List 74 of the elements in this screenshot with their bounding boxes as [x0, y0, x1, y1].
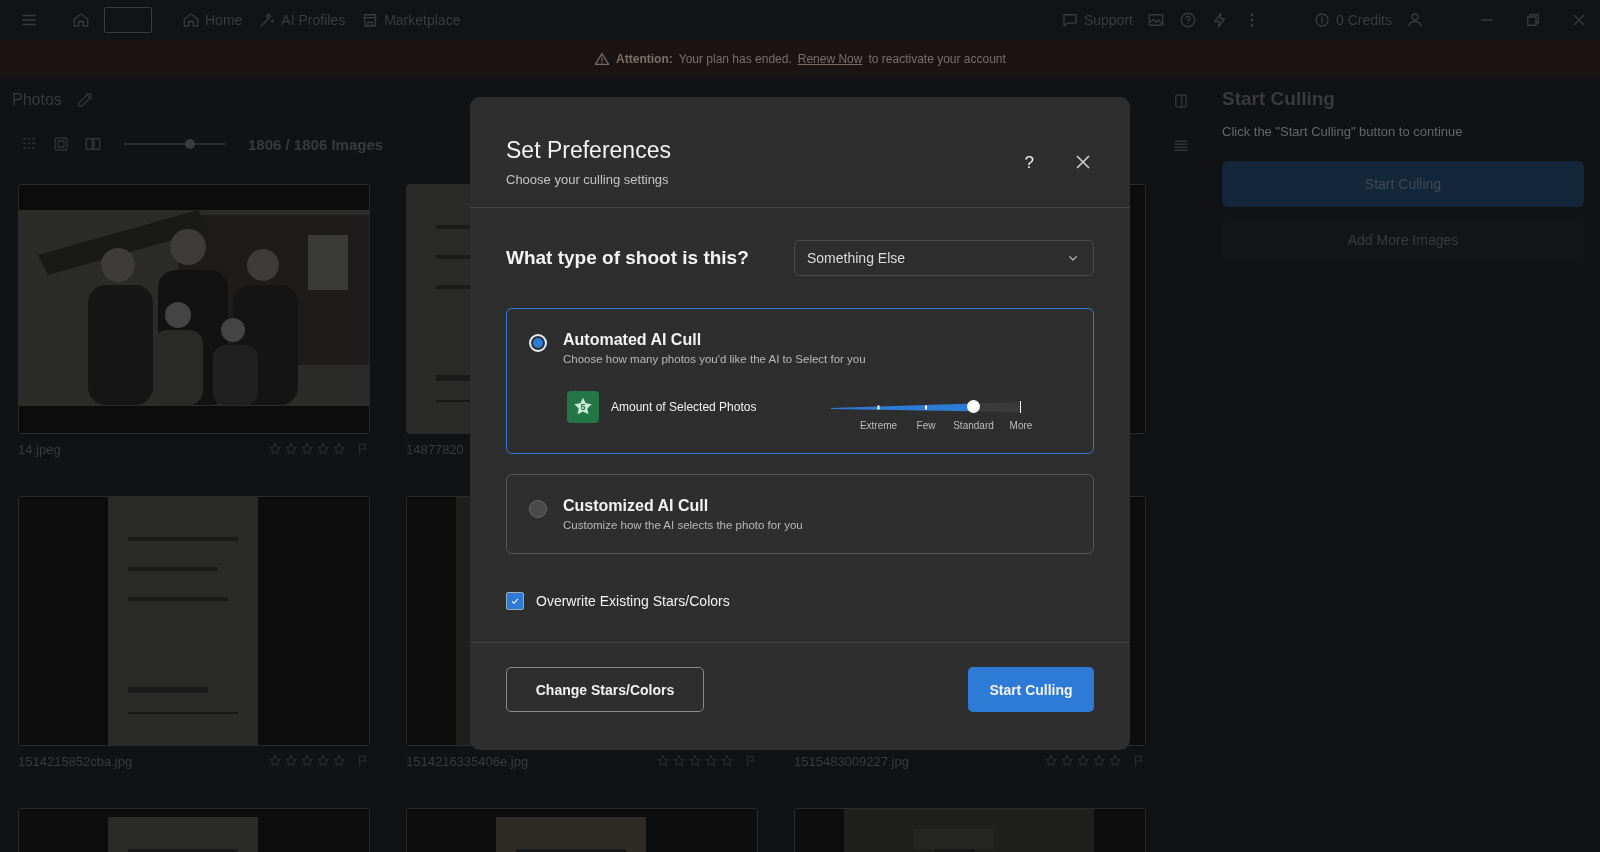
star-icon: [316, 442, 330, 456]
store-icon: [361, 11, 380, 29]
option-description: Choose how many photos you'd like the AI to Select for you: [563, 353, 866, 365]
user-icon[interactable]: [1406, 11, 1424, 29]
checkbox-label: Overwrite Existing Stars/Colors: [536, 593, 730, 609]
compare-icon[interactable]: [84, 135, 102, 153]
star-icon: [316, 754, 330, 768]
radio-button[interactable]: [529, 500, 547, 518]
option-title: Customized AI Cull: [563, 497, 710, 515]
option-description: Customize how the AI selects the photo for you: [563, 519, 803, 531]
star-icon: [1108, 754, 1122, 768]
star-icon: [720, 754, 734, 768]
slider-label: Few: [916, 420, 936, 431]
restore-icon[interactable]: [1524, 11, 1542, 29]
frame-icon[interactable]: [52, 135, 70, 153]
option-card[interactable]: Customized AI Cull Customize how the AI selects the photo for you: [506, 474, 1094, 554]
slider-thumb[interactable]: [966, 400, 980, 413]
dialog-title: Set Preferences: [506, 137, 672, 164]
slider-label: Standard: [953, 420, 994, 431]
chat-icon: [1060, 11, 1079, 29]
star-icon: [284, 754, 298, 768]
star-icon: [1092, 754, 1106, 768]
option-card[interactable]: Automated AI Cull Choose how many photos you'd like the AI to Select for you 5 Amount of Selected Photos Extreme Few Standard More: [506, 308, 1094, 454]
slider-label: Extreme: [859, 420, 898, 431]
house-icon: [72, 11, 90, 29]
help-button[interactable]: ?: [1020, 151, 1038, 175]
banner-message: to reactivate your account: [868, 52, 1006, 66]
coin-icon: [1312, 11, 1331, 29]
option-title: Automated AI Cull: [563, 331, 703, 349]
star-rating[interactable]: [268, 754, 346, 768]
flag-icon[interactable]: [356, 442, 370, 456]
checkbox[interactable]: [506, 592, 524, 610]
star-icon: [268, 754, 282, 768]
star-icon: [1044, 754, 1058, 768]
star-icon: [688, 754, 702, 768]
star-icon: [672, 754, 686, 768]
flag-icon[interactable]: [356, 754, 370, 768]
check-icon: [510, 596, 520, 606]
warning-icon: [594, 51, 611, 67]
slider-label: More: [1009, 420, 1033, 431]
panel-hint: Click the "Start Culling" button to continue: [1222, 124, 1464, 139]
amount-label: Amount of Selected Photos: [611, 400, 758, 414]
banner-message: Your plan has ended.: [678, 52, 792, 66]
star-rating[interactable]: [656, 754, 734, 768]
star-icon: [332, 754, 346, 768]
flag-icon[interactable]: [744, 754, 758, 768]
star-icon: [656, 754, 670, 768]
star-icon: [300, 442, 314, 456]
star-icon: [1060, 754, 1074, 768]
star-icon: [704, 754, 718, 768]
edit-icon[interactable]: [75, 91, 94, 109]
flag-icon[interactable]: [1132, 754, 1146, 768]
change-stars-button[interactable]: Change Stars/Colors: [506, 667, 704, 712]
star-icon: [332, 442, 346, 456]
wand-icon: [258, 11, 277, 29]
question-label: What type of shoot is this?: [506, 247, 749, 269]
home-icon: [182, 11, 200, 29]
panel-icon[interactable]: [1172, 92, 1190, 110]
renew-link[interactable]: Renew Now: [797, 52, 863, 66]
star-icon: [268, 442, 282, 456]
dialog-subtitle: Choose your culling settings: [506, 172, 670, 187]
star-rating[interactable]: [1044, 754, 1122, 768]
start-culling-button[interactable]: Start Culling: [968, 667, 1094, 712]
star-icon: [284, 442, 298, 456]
banner-label: Attention:: [616, 52, 673, 66]
help-icon[interactable]: [1178, 11, 1197, 29]
star-badge: 5: [567, 391, 599, 423]
shoot-type-dropdown[interactable]: Something Else: [794, 240, 1094, 276]
star-icon: [300, 754, 314, 768]
star-rating[interactable]: [268, 442, 346, 456]
star-icon: [1076, 754, 1090, 768]
slider-track[interactable]: [831, 400, 1021, 414]
image-icon[interactable]: [1146, 11, 1165, 29]
slider-thumb[interactable]: [185, 139, 196, 149]
